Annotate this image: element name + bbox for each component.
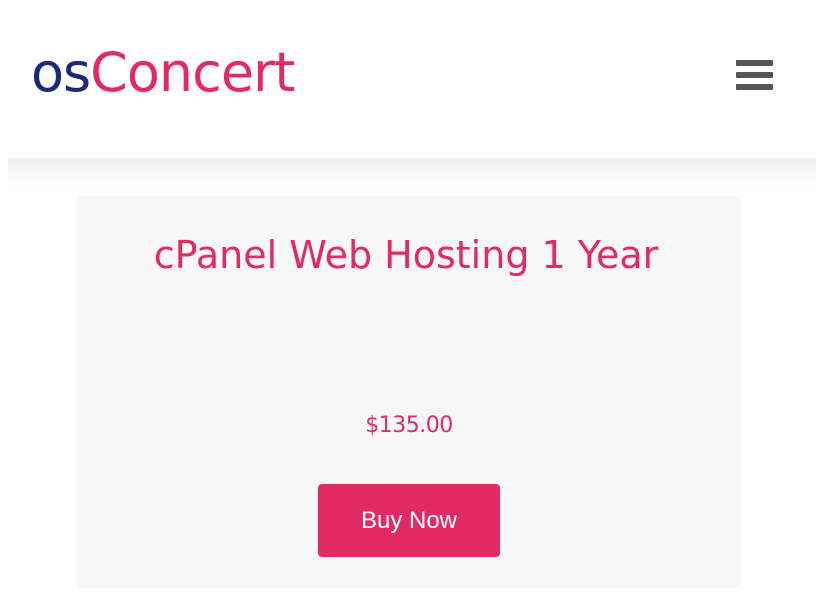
logo-text-os: os (31, 41, 91, 104)
menu-bar (736, 72, 773, 78)
logo-text-concert: Concert (90, 41, 295, 104)
product-price: $135.00 (365, 413, 453, 438)
header-shadow (8, 158, 816, 188)
site-header: osConcert (0, 0, 816, 158)
page: osConcert cPanel Web Hosting 1 Year $135… (0, 0, 816, 600)
site-logo[interactable]: osConcert (31, 38, 295, 108)
menu-bar (736, 84, 773, 90)
product-title: cPanel Web Hosting 1 Year (153, 233, 659, 277)
product-card: cPanel Web Hosting 1 Year $135.00 Buy No… (76, 196, 742, 588)
hamburger-menu-icon[interactable] (730, 54, 776, 96)
buy-now-button[interactable]: Buy Now (318, 484, 500, 557)
menu-bar (736, 60, 773, 66)
